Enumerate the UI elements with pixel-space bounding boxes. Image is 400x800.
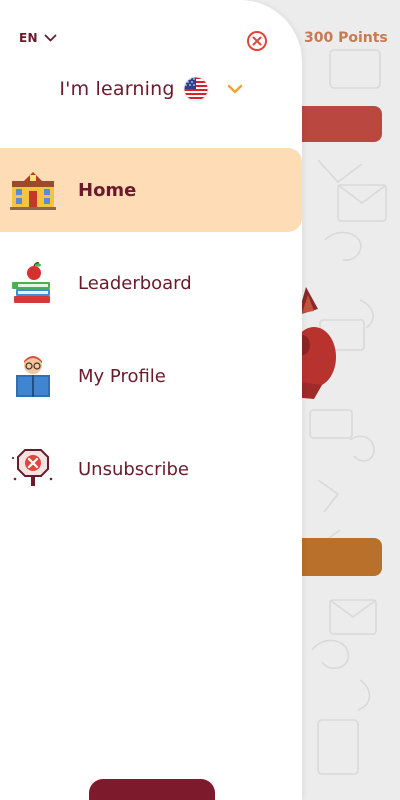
learning-language-selector[interactable]: I'm learning — [0, 76, 302, 102]
chevron-down-icon — [44, 34, 57, 41]
menu-item-unsubscribe[interactable]: Unsubscribe — [0, 427, 302, 511]
menu-item-label: Unsubscribe — [78, 458, 189, 480]
stop-sign-icon — [12, 449, 53, 486]
learning-label: I'm learning — [59, 78, 175, 100]
menu-item-home[interactable]: Home — [0, 148, 302, 232]
close-circle-icon[interactable] — [246, 30, 268, 52]
menu-item-label: Leaderboard — [78, 272, 192, 294]
language-code: EN — [19, 31, 38, 45]
drawer-footer-button[interactable] — [89, 779, 215, 800]
background-secondary-button — [290, 538, 382, 576]
chevron-down-icon — [227, 84, 242, 94]
menu-item-my-profile[interactable]: My Profile — [0, 334, 302, 418]
menu-item-label: My Profile — [78, 365, 166, 387]
navigation-drawer: EN I'm learning Home Leaderboard My Prof… — [0, 0, 302, 800]
us-flag-icon — [183, 76, 209, 102]
background-primary-button — [290, 106, 382, 142]
menu-item-label: Home — [78, 179, 137, 201]
books-apple-icon — [12, 262, 50, 303]
points-counter: 300 Points — [304, 30, 388, 46]
menu-item-leaderboard[interactable]: Leaderboard — [0, 241, 302, 325]
school-icon — [10, 172, 56, 210]
language-switcher[interactable]: EN — [19, 31, 57, 45]
reader-avatar-icon — [16, 356, 50, 397]
drawer-menu: Home Leaderboard My Profile Unsubscribe — [0, 148, 302, 520]
